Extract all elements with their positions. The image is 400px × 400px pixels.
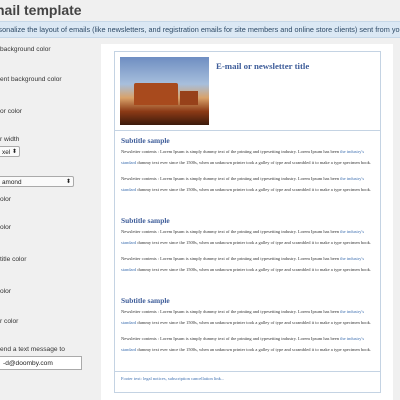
settings-panel: background color ent background color or…	[0, 38, 100, 400]
header-image	[120, 57, 209, 125]
background-color-option[interactable]: background color	[0, 46, 51, 53]
section-subtitle: Subtitle sample	[121, 136, 170, 145]
select-arrows-icon: ⬍	[11, 149, 17, 155]
section-paragraph: Newsletter contents : Lorem Ipsum is sim…	[121, 229, 371, 245]
color-option-1[interactable]: olor	[0, 196, 11, 203]
test-message-label: end a text message to	[0, 346, 65, 353]
email-preview: E-mail or newsletter title Subtitle samp…	[114, 51, 381, 393]
section-subtitle: Subtitle sample	[121, 296, 170, 305]
select-arrows-icon: ⬍	[65, 179, 71, 185]
border-width-value: xel	[2, 149, 11, 156]
subtitle-color-option[interactable]: title color	[0, 256, 26, 263]
section-paragraph: Newsletter contents : Lorem Ipsum is sim…	[121, 336, 371, 352]
color-option-4[interactable]: r color	[0, 318, 18, 325]
content-background-color-option[interactable]: ent background color	[0, 76, 62, 83]
divider	[115, 130, 380, 131]
section: Subtitle sample Newsletter contents : Lo…	[121, 136, 373, 195]
email-title: E-mail or newsletter title	[216, 61, 310, 71]
section-subtitle: Subtitle sample	[121, 216, 170, 225]
section-paragraph: Newsletter contents : Lorem Ipsum is sim…	[121, 256, 371, 272]
color-option[interactable]: or color	[0, 108, 22, 115]
info-bar: rsonalize the layout of emails (like new…	[0, 21, 400, 38]
email-preview-area: E-mail or newsletter title Subtitle samp…	[101, 44, 393, 400]
section-paragraph: Newsletter contents : Lorem Ipsum is sim…	[121, 176, 371, 192]
border-width-select[interactable]: xel ⬍	[0, 146, 20, 157]
border-width-label: r width	[0, 136, 20, 143]
section-paragraph: Newsletter contents : Lorem Ipsum is sim…	[121, 149, 371, 165]
font-select[interactable]: amond ⬍	[0, 176, 74, 187]
section: Subtitle sample Newsletter contents : Lo…	[121, 296, 373, 355]
section: Subtitle sample Newsletter contents : Lo…	[121, 216, 373, 275]
mesa-shape	[134, 83, 178, 105]
mesa-shape	[180, 91, 198, 105]
section-paragraph: Newsletter contents : Lorem Ipsum is sim…	[121, 309, 371, 325]
color-option-3[interactable]: olor	[0, 288, 11, 295]
test-email-input[interactable]: -d@doomby.com	[0, 356, 82, 370]
color-option-2[interactable]: olor	[0, 224, 11, 231]
page-title: nail template	[0, 2, 82, 18]
divider	[115, 371, 380, 372]
font-value: amond	[2, 179, 22, 186]
email-footer: Footer text: legal notices, subscription…	[121, 376, 225, 381]
